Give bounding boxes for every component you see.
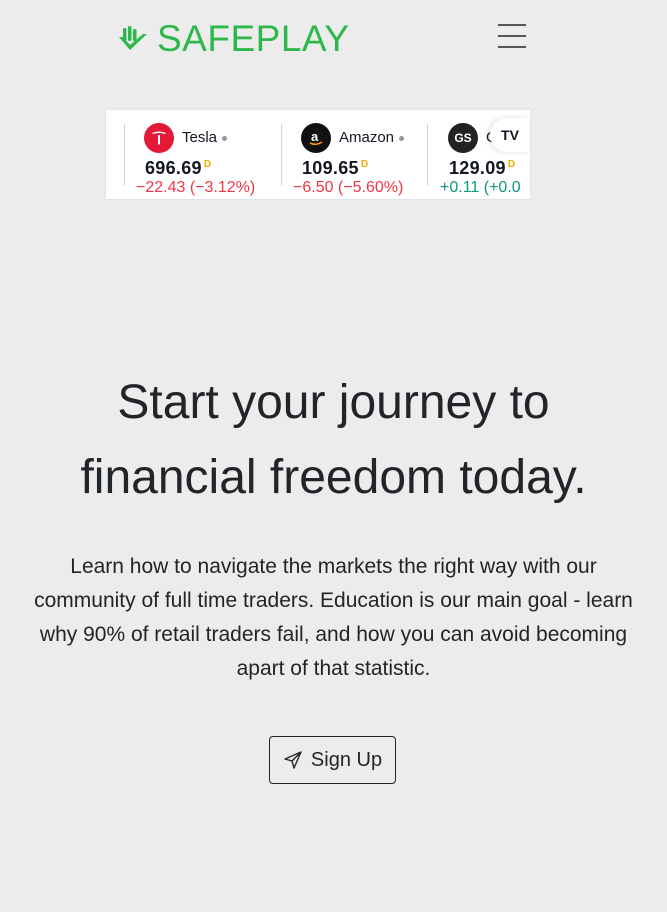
ticker-price: 129.09: [449, 158, 506, 178]
amazon-logo-icon: a: [301, 123, 331, 153]
svg-text:a: a: [311, 129, 319, 144]
ticker-flag: D: [507, 159, 516, 170]
ticker-divider: [427, 124, 428, 186]
gs-logo-icon: GS: [448, 123, 478, 153]
ticker-price: 109.65: [302, 158, 359, 178]
ticker-divider: [124, 124, 125, 186]
ticker-flag: D: [203, 159, 212, 170]
send-icon: [284, 751, 302, 769]
stock-ticker-widget[interactable]: Tesla 696.69 D −22.43 (−3.12%) a Amazon 1…: [105, 109, 531, 200]
sign-up-label: Sign Up: [310, 748, 383, 771]
ticker-change: −6.50 (−5.60%): [293, 179, 404, 196]
hero-title: Start your journey to financial freedom …: [0, 365, 667, 515]
ticker-name: Tesla: [182, 129, 218, 146]
navbar: SAFEPLAY: [0, 0, 667, 80]
ticker-change: −22.43 (−3.12%): [136, 179, 256, 196]
ticker-divider: [281, 124, 282, 186]
ticker-name: Amazon: [339, 129, 395, 146]
ticker-change: +0.11 (+0.0: [440, 179, 521, 196]
ticker-price: 696.69: [145, 158, 202, 178]
hero-title-line1: Start your journey to: [117, 376, 550, 429]
hand-chart-icon: [119, 26, 147, 50]
hamburger-menu-icon[interactable]: [498, 24, 528, 54]
tesla-logo-icon: [144, 123, 174, 153]
hero-description: Learn how to navigate the markets the ri…: [34, 555, 633, 680]
ticker-flag: D: [360, 159, 369, 170]
brand-link[interactable]: SAFEPLAY: [117, 17, 350, 61]
brand-name: SAFEPLAY: [157, 18, 350, 59]
tradingview-badge[interactable]: TV: [490, 118, 530, 152]
sign-up-button[interactable]: Sign Up: [269, 736, 396, 784]
hero-title-line2: financial freedom today.: [80, 451, 587, 504]
